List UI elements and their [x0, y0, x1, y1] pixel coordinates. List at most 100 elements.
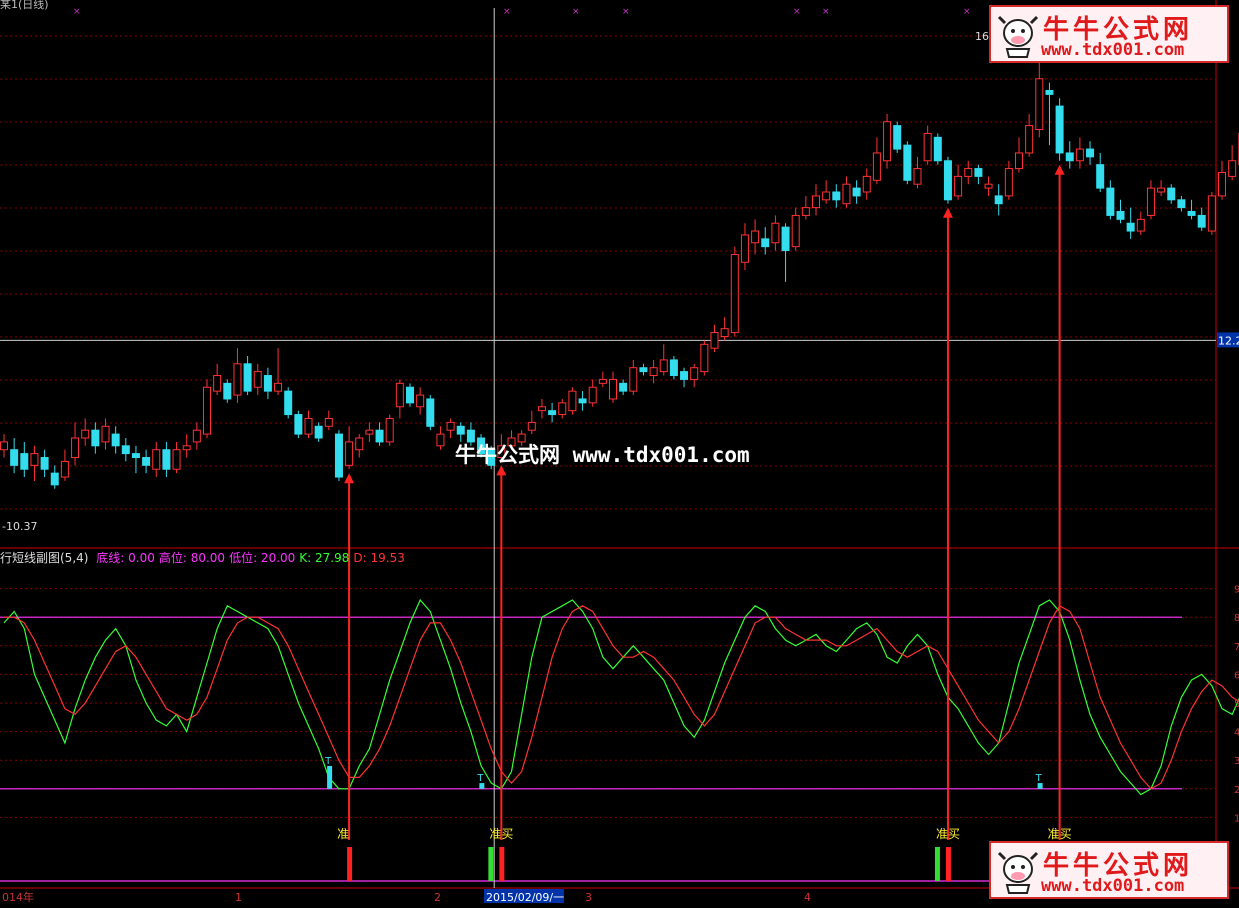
candle-body — [853, 188, 860, 196]
candle-body — [914, 169, 921, 185]
cow-logo-icon — [997, 849, 1039, 895]
candle-body — [335, 434, 342, 477]
candle-body — [701, 344, 708, 371]
signal-red-bar — [347, 847, 352, 881]
candle-body — [325, 418, 332, 426]
indicator-name: 行短线副图(5,4) — [0, 551, 88, 565]
candle-body — [640, 368, 647, 372]
candle-body — [985, 184, 992, 188]
x-axis-label: 2015/02/09/一 — [486, 891, 564, 904]
x-axis-label: 2 — [434, 891, 441, 904]
candle-body — [721, 329, 728, 337]
signal-label: 准买 — [489, 827, 513, 841]
candle-body — [924, 133, 931, 160]
indicator-tick-label: 6 — [1234, 670, 1239, 681]
legend-item-低位: 低位: 20.00 — [229, 551, 295, 565]
x-axis-label: 1 — [235, 891, 242, 904]
signal-green-bar — [935, 847, 940, 881]
candle-body — [1127, 223, 1134, 231]
candle-body — [41, 458, 48, 470]
candle-body — [193, 430, 200, 442]
top-marker: × — [73, 7, 81, 17]
candle-body — [153, 450, 160, 470]
candle-body — [1, 442, 8, 450]
candle-body — [275, 383, 282, 391]
signal-red-bar — [946, 847, 951, 881]
top-marker: × — [963, 7, 971, 17]
candle-body — [315, 426, 322, 438]
candle-body — [1087, 149, 1094, 157]
candle-body — [1137, 219, 1144, 231]
candle-body — [802, 208, 809, 216]
candle-body — [1147, 188, 1154, 215]
candle-body — [285, 391, 292, 414]
candle-body — [1208, 196, 1215, 231]
candle-body — [51, 473, 58, 485]
brand-watermark-top: 牛牛公式网 www.tdx001.com — [989, 5, 1229, 63]
candle-body — [1036, 79, 1043, 130]
brand-url: www.tdx001.com — [1041, 40, 1184, 60]
candle-body — [143, 458, 150, 466]
candle-body — [31, 454, 38, 466]
candle-body — [1198, 215, 1205, 227]
legend-item-高位: 高位: 80.00 — [159, 551, 225, 565]
candle-body — [346, 442, 353, 465]
candle-body — [873, 153, 880, 180]
candle-body — [457, 426, 464, 434]
indicator-tick-label: 2 — [1234, 785, 1239, 796]
candle-body — [1188, 212, 1195, 216]
candle-body — [1005, 169, 1012, 196]
signal-label: 准 — [337, 827, 349, 841]
candle-body — [599, 379, 606, 383]
signal-label: 准买 — [1048, 827, 1072, 841]
candle-body — [579, 399, 586, 403]
buy-arrow-head — [943, 208, 953, 218]
legend-item-底线: 底线: 0.00 — [96, 551, 155, 565]
indicator-tick-label: 5 — [1234, 699, 1239, 710]
candle-body — [681, 372, 688, 380]
top-marker: × — [793, 7, 801, 17]
x-axis-label: 4 — [804, 891, 811, 904]
price-low-label: -10.37 — [2, 520, 37, 533]
legend-item-D: D: 19.53 — [353, 551, 404, 565]
candle-body — [173, 450, 180, 470]
candle-body — [1229, 161, 1236, 177]
candle-body — [447, 422, 454, 430]
candle-body — [386, 418, 393, 441]
candle-body — [711, 333, 718, 349]
candle-body — [610, 379, 617, 399]
top-marker: × — [572, 7, 580, 17]
signal-t-marker: T — [476, 773, 484, 784]
candle-body — [995, 196, 1002, 204]
candle-body — [305, 418, 312, 434]
signal-bar — [327, 766, 332, 789]
candle-body — [630, 368, 637, 391]
candle-body — [863, 176, 870, 192]
candle-body — [528, 422, 535, 430]
candle-body — [112, 434, 119, 446]
candle-body — [376, 430, 383, 442]
signal-red-bar — [499, 847, 504, 881]
candle-body — [1066, 153, 1073, 161]
x-axis-label: 3 — [585, 891, 592, 904]
candle-body — [204, 387, 211, 434]
candle-body — [1219, 172, 1226, 195]
candle-body — [549, 411, 556, 415]
legend-item-K: K: 27.98 — [299, 551, 349, 565]
candle-body — [843, 184, 850, 204]
center-watermark: 牛牛公式网 www.tdx001.com — [455, 439, 750, 469]
candle-body — [1168, 188, 1175, 200]
candle-body — [366, 430, 373, 434]
candle-body — [762, 239, 769, 247]
candle-body — [944, 161, 951, 200]
candle-body — [1097, 165, 1104, 188]
candle-body — [934, 137, 941, 160]
candle-body — [691, 368, 698, 380]
candle-body — [731, 254, 738, 332]
candle-body — [833, 192, 840, 200]
candle-body — [538, 407, 545, 411]
indicator-tick-label: 7 — [1234, 642, 1239, 653]
top-marker: × — [622, 7, 630, 17]
candle-body — [569, 391, 576, 411]
legend-items: 底线: 0.00 高位: 80.00 低位: 20.00 K: 27.98 D: 19.… — [96, 551, 409, 565]
